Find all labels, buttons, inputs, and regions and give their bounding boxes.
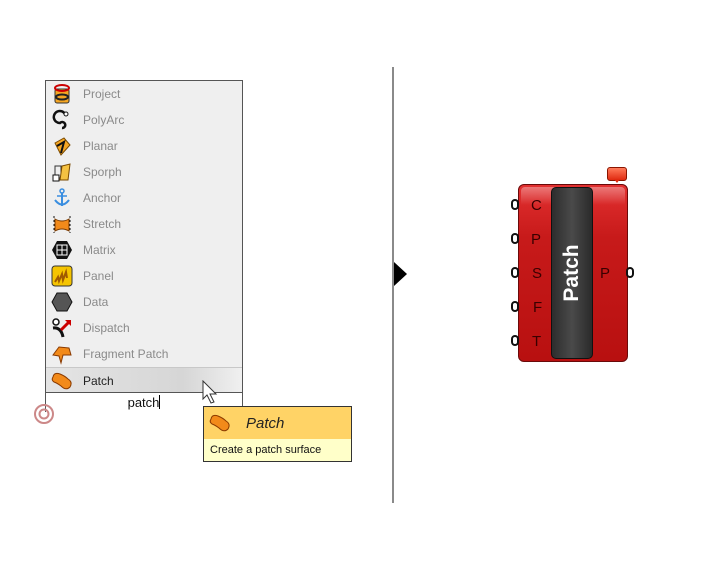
component-name: Patch <box>560 244 583 302</box>
component-search-list: Project PolyArc Planar Sporph Anchor Str… <box>45 80 243 412</box>
patch-icon <box>50 369 74 393</box>
list-item-stretch[interactable]: Stretch <box>46 211 242 237</box>
spiral-icon <box>34 404 54 424</box>
mouse-cursor-icon <box>202 380 218 404</box>
project-icon <box>50 82 74 106</box>
input-grip-t[interactable] <box>511 335 519 346</box>
list-item-planar[interactable]: Planar <box>46 133 242 159</box>
list-item-dispatch[interactable]: Dispatch <box>46 315 242 341</box>
list-item-label: Anchor <box>83 191 122 205</box>
matrix-icon <box>50 238 74 262</box>
sporph-icon <box>50 160 74 184</box>
list-item-label: Dispatch <box>83 321 130 335</box>
list-item-label: Sporph <box>83 165 122 179</box>
stretch-icon <box>50 212 74 236</box>
list-item-polyarc[interactable]: PolyArc <box>46 107 242 133</box>
search-value: patch <box>127 395 160 410</box>
input-grip-s[interactable] <box>511 267 519 278</box>
planar-icon <box>50 134 74 158</box>
input-t[interactable]: T <box>532 333 541 350</box>
list-item-label: PolyArc <box>83 113 125 127</box>
patch-icon <box>209 414 230 432</box>
list-item-anchor[interactable]: Anchor <box>46 185 242 211</box>
tooltip: Patch Create a patch surface <box>203 406 352 462</box>
list-item-sporph[interactable]: Sporph <box>46 159 242 185</box>
panel-icon <box>50 264 74 288</box>
input-grip-p[interactable] <box>511 233 519 244</box>
list-item-label: Data <box>83 295 109 309</box>
input-p[interactable]: P <box>531 231 541 248</box>
data-icon <box>50 290 74 314</box>
input-grip-f[interactable] <box>511 301 519 312</box>
list-item-label: Project <box>83 87 121 101</box>
output-p[interactable]: P <box>600 265 610 282</box>
list-item-matrix[interactable]: Matrix <box>46 237 242 263</box>
output-grip-p[interactable] <box>626 267 634 278</box>
tooltip-title: Patch <box>246 414 285 432</box>
polyarc-icon <box>50 108 74 132</box>
list-item-fragment-patch[interactable]: Fragment Patch <box>46 341 242 367</box>
input-grip-c[interactable] <box>511 199 519 210</box>
list-item-panel[interactable]: Panel <box>46 263 242 289</box>
list-item-data[interactable]: Data <box>46 289 242 315</box>
fragment-patch-icon <box>50 342 74 366</box>
anchor-icon <box>50 186 74 210</box>
arrow-right-icon <box>394 262 407 286</box>
input-c[interactable]: C <box>531 197 542 214</box>
list-item-label: Planar <box>83 139 118 153</box>
patch-component[interactable]: Patch C P S F T P <box>518 184 628 362</box>
text-caret <box>159 395 161 409</box>
component-nickname-bar: Patch <box>551 187 593 359</box>
list-item-label: Fragment Patch <box>83 347 169 361</box>
list-item-label: Stretch <box>83 217 122 231</box>
input-f[interactable]: F <box>533 299 542 316</box>
list-item-project[interactable]: Project <box>46 81 242 107</box>
tooltip-description: Create a patch surface <box>204 439 351 461</box>
input-s[interactable]: S <box>532 265 542 282</box>
list-item-label: Matrix <box>83 243 116 257</box>
dispatch-icon <box>50 316 74 340</box>
list-item-label: Panel <box>83 269 114 283</box>
list-item-label: Patch <box>83 374 114 388</box>
message-balloon-icon[interactable] <box>607 167 627 183</box>
